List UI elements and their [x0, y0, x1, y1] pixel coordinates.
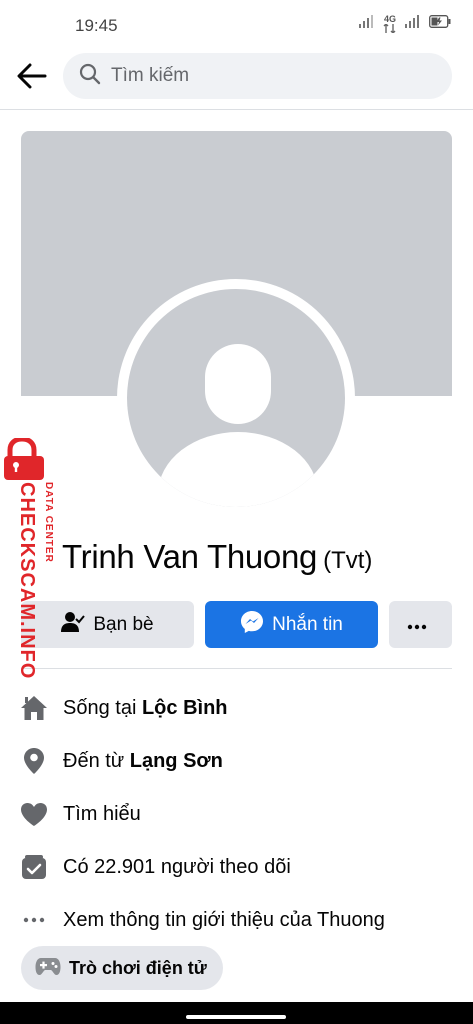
- gamepad-icon: [35, 956, 69, 981]
- more-options-button[interactable]: [389, 601, 452, 648]
- detail-lives-in-value: Lộc Bình: [141, 696, 228, 719]
- signal-icon: [359, 14, 375, 33]
- detail-see-about[interactable]: Xem thông tin giới thiệu của Thuong: [0, 894, 473, 946]
- search-input[interactable]: Tìm kiếm: [63, 53, 452, 99]
- search-header: Tìm kiếm: [0, 50, 473, 110]
- search-placeholder: Tìm kiếm: [111, 65, 190, 86]
- person-check-icon: [61, 611, 93, 639]
- watermark-sub: DATA CENTER: [43, 482, 54, 563]
- battery-icon: [429, 14, 451, 33]
- ellipsis-icon: [407, 614, 435, 636]
- search-icon: [79, 63, 101, 90]
- detail-see-about-text[interactable]: Xem thông tin giới thiệu của Thuong: [63, 909, 385, 932]
- ellipsis-icon: [20, 906, 48, 934]
- detail-lives-in: Sống tại Lộc Bình: [0, 682, 473, 734]
- detail-lives-in-text: Sống tại Lộc Bình: [63, 697, 228, 720]
- friends-button-label: Bạn bè: [93, 613, 154, 635]
- profile-alternate-name: (Tvt): [323, 547, 373, 574]
- avatar: [127, 289, 345, 507]
- detail-from: Đến từ Lạng Sơn: [0, 735, 473, 787]
- detail-relationship-text: Tìm hiểu: [63, 802, 141, 825]
- rss-box-icon: [20, 853, 48, 881]
- detail-from-text: Đến từ Lạng Sơn: [63, 750, 223, 773]
- network-type-icon: 4G: [383, 13, 397, 33]
- network-type-label: 4G: [383, 13, 396, 24]
- profile-actions: Bạn bè Nhắn tin: [21, 601, 452, 648]
- detail-lives-in-prefix: Sống tại: [63, 696, 142, 719]
- divider: [21, 668, 452, 669]
- message-button[interactable]: Nhắn tin: [205, 601, 378, 648]
- location-pin-icon: [20, 747, 48, 775]
- detail-from-value: Lạng Sơn: [129, 749, 223, 772]
- lock-icon: [2, 436, 50, 487]
- status-icons: 4G: [359, 14, 451, 33]
- games-chip[interactable]: Trò chơi điện tử: [21, 946, 223, 990]
- watermark-brand: CHECKSCAM.INFO: [16, 482, 38, 680]
- detail-from-prefix: Đến từ: [63, 749, 130, 772]
- signal-icon-2: [405, 14, 421, 33]
- message-button-label: Nhắn tin: [272, 613, 343, 635]
- profile-name-text: Trinh Van Thuong: [62, 538, 318, 575]
- messenger-icon: [240, 610, 272, 640]
- status-time: 19:45: [75, 16, 118, 35]
- arrow-left-icon: [17, 63, 47, 94]
- games-chip-label: Trò chơi điện tử: [69, 957, 207, 978]
- status-bar: 19:45 4G: [0, 0, 473, 50]
- default-avatar-icon: [158, 344, 318, 507]
- profile-picture[interactable]: [117, 279, 355, 517]
- watermark: CHECKSCAM.INFO DATA CENTER: [0, 436, 60, 679]
- system-nav-bar: [0, 1002, 473, 1024]
- heart-icon: [20, 800, 48, 828]
- back-button[interactable]: [14, 60, 50, 96]
- home-indicator[interactable]: [186, 1015, 286, 1019]
- detail-followers: Có 22.901 người theo dõi: [0, 841, 473, 893]
- detail-followers-text: Có 22.901 người theo dõi: [63, 855, 291, 878]
- detail-relationship: Tìm hiểu: [0, 788, 473, 840]
- profile-name: Trinh Van Thuong (Tvt): [62, 538, 372, 576]
